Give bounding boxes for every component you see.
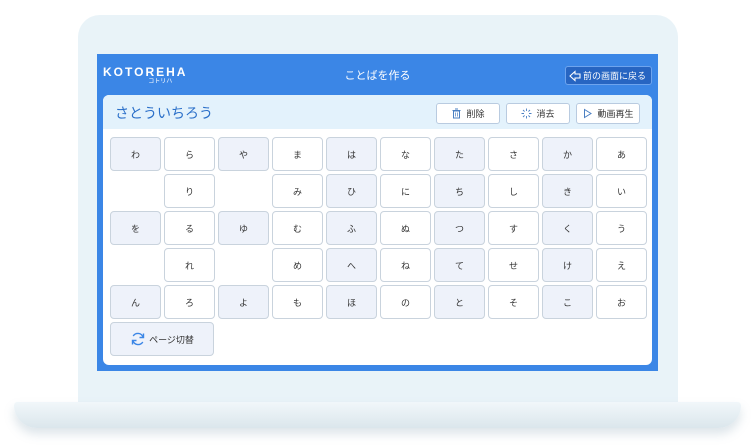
kana-key[interactable]: や — [218, 137, 269, 171]
kana-key[interactable]: れ — [164, 248, 215, 282]
kana-key[interactable]: ま — [272, 137, 323, 171]
kana-key[interactable]: を — [110, 211, 161, 245]
kana-key[interactable]: の — [380, 285, 431, 319]
kana-key[interactable]: ゆ — [218, 211, 269, 245]
arrow-left-icon — [569, 69, 581, 82]
kana-key[interactable]: き — [542, 174, 593, 208]
kana-key[interactable]: た — [434, 137, 485, 171]
kana-key[interactable]: ひ — [326, 174, 377, 208]
kana-key[interactable]: ろ — [164, 285, 215, 319]
kana-key[interactable]: な — [380, 137, 431, 171]
kana-key[interactable]: お — [596, 285, 647, 319]
kana-key[interactable]: り — [164, 174, 215, 208]
kana-key[interactable]: く — [542, 211, 593, 245]
kana-key[interactable]: て — [434, 248, 485, 282]
kana-key[interactable]: は — [326, 137, 377, 171]
kana-key[interactable]: へ — [326, 248, 377, 282]
kana-key[interactable]: と — [434, 285, 485, 319]
kana-key[interactable]: あ — [596, 137, 647, 171]
kana-key[interactable]: け — [542, 248, 593, 282]
kana-key[interactable]: る — [164, 211, 215, 245]
play-icon — [584, 108, 593, 119]
sparkle-icon — [521, 108, 532, 119]
delete-button-label: 削除 — [466, 110, 485, 120]
kana-key[interactable]: ふ — [326, 211, 377, 245]
kana-key[interactable]: そ — [488, 285, 539, 319]
kana-key[interactable]: ら — [164, 137, 215, 171]
kana-key[interactable]: に — [380, 174, 431, 208]
kana-key[interactable]: ぬ — [380, 211, 431, 245]
kana-key[interactable]: い — [596, 174, 647, 208]
refresh-icon — [131, 332, 145, 346]
kana-key[interactable]: す — [488, 211, 539, 245]
kana-key[interactable]: め — [272, 248, 323, 282]
kana-key[interactable]: ち — [434, 174, 485, 208]
kana-key[interactable]: ん — [110, 285, 161, 319]
play-video-button[interactable]: 動画再生 — [576, 103, 640, 124]
kana-key[interactable]: か — [542, 137, 593, 171]
kana-key[interactable]: み — [272, 174, 323, 208]
app-screen: KOTOREHA コトリハ ことばを作る 前の画面に戻る さとういちろう 削除 — [97, 54, 658, 371]
kana-key[interactable]: つ — [434, 211, 485, 245]
word-bar: さとういちろう 削除 消去 動画再生 — [103, 95, 652, 129]
kana-key[interactable]: わ — [110, 137, 161, 171]
page-switch-label: ページ切替 — [149, 335, 194, 346]
kana-key[interactable]: さ — [488, 137, 539, 171]
word-display: さとういちろう — [115, 106, 213, 122]
keyboard-panel: さとういちろう 削除 消去 動画再生 わ ら や ま は な た さ か あ り… — [103, 95, 652, 365]
kana-key[interactable]: こ — [542, 285, 593, 319]
kana-key[interactable]: え — [596, 248, 647, 282]
kana-key[interactable]: よ — [218, 285, 269, 319]
laptop-base — [14, 402, 741, 428]
clear-button[interactable]: 消去 — [506, 103, 570, 124]
play-video-button-label: 動画再生 — [597, 110, 634, 120]
kana-key[interactable]: う — [596, 211, 647, 245]
trash-icon — [452, 108, 461, 119]
kana-key[interactable]: せ — [488, 248, 539, 282]
kana-key[interactable]: ね — [380, 248, 431, 282]
back-button-label: 前の画面に戻る — [582, 72, 646, 82]
kana-key[interactable]: し — [488, 174, 539, 208]
page-switch-button[interactable]: ページ切替 — [110, 322, 214, 356]
kana-key[interactable]: も — [272, 285, 323, 319]
delete-button[interactable]: 削除 — [436, 103, 500, 124]
kana-key[interactable]: ほ — [326, 285, 377, 319]
clear-button-label: 消去 — [536, 110, 555, 120]
back-button[interactable]: 前の画面に戻る — [564, 66, 652, 85]
kana-key[interactable]: む — [272, 211, 323, 245]
